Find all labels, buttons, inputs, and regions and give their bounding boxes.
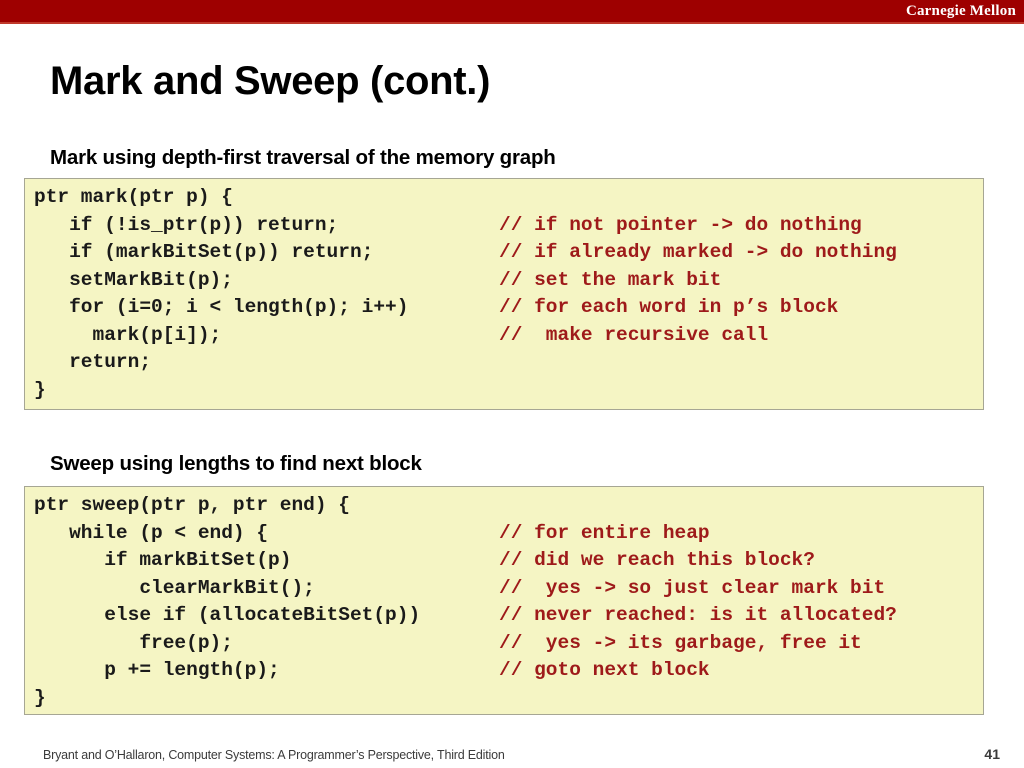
- header-divider-rule: [0, 22, 1024, 24]
- code-source-text: ptr mark(ptr p) {: [34, 186, 233, 208]
- page-title: Mark and Sweep (cont.): [50, 59, 491, 103]
- code-source-text: return;: [34, 351, 152, 373]
- code-block-mark: ptr mark(ptr p) { if (!is_ptr(p)) return…: [24, 178, 984, 410]
- code-source-text: if (!is_ptr(p)) return;: [34, 213, 339, 236]
- code-line: ptr mark(ptr p) {: [25, 184, 983, 212]
- code-line: while (p < end) { // for entire heap: [25, 520, 983, 548]
- code-line: free(p); // yes -> its garbage, free it: [25, 630, 983, 658]
- code-comment-text: // set the mark bit: [499, 268, 722, 291]
- code-line: else if (allocateBitSet(p)) // never reac…: [25, 602, 983, 630]
- code-source-text: mark(p[i]);: [34, 323, 222, 346]
- bullet-mark-heading: Mark using depth-first traversal of the …: [50, 146, 556, 169]
- code-comment-text: // goto next block: [499, 659, 710, 681]
- code-line: setMarkBit(p); // set the mark bit: [25, 267, 983, 295]
- code-line: for (i=0; i < length(p); i++) // for each…: [25, 294, 983, 322]
- footer-citation: Bryant and O’Hallaron, Computer Systems:…: [43, 748, 505, 762]
- code-source-text: }: [34, 686, 46, 709]
- code-comment-text: // if not pointer -> do nothing: [499, 213, 862, 236]
- code-line: clearMarkBit(); // yes -> so just clear m…: [25, 575, 983, 603]
- code-comment-text: // for each word in p’s block: [499, 296, 839, 318]
- code-source-text: if (markBitSet(p)) return;: [34, 241, 374, 263]
- bullet-sweep-heading: Sweep using lengths to find next block: [50, 452, 422, 475]
- code-source-text: clearMarkBit();: [34, 576, 315, 599]
- code-comment-text: // did we reach this block?: [499, 549, 815, 571]
- code-source-text: else if (allocateBitSet(p)): [34, 604, 421, 626]
- code-comment-text: // yes -> so just clear mark bit: [499, 576, 886, 599]
- footer-page-number: 41: [984, 746, 1000, 762]
- code-comment-text: // make recursive call: [499, 323, 769, 346]
- code-comment-text: // yes -> its garbage, free it: [499, 631, 862, 654]
- code-source-text: for (i=0; i < length(p); i++): [34, 296, 409, 318]
- code-line: ptr sweep(ptr p, ptr end) {: [25, 492, 983, 520]
- code-line: }: [25, 377, 983, 405]
- code-line: }: [25, 685, 983, 713]
- code-comment-text: // for entire heap: [499, 521, 710, 544]
- code-source-text: ptr sweep(ptr p, ptr end) {: [34, 494, 350, 516]
- code-source-text: }: [34, 378, 46, 401]
- header-band: [0, 0, 1024, 22]
- code-line: return;: [25, 349, 983, 377]
- code-comment-text: // if already marked -> do nothing: [499, 241, 897, 263]
- code-source-text: if markBitSet(p): [34, 549, 292, 571]
- code-source-text: free(p);: [34, 631, 233, 654]
- code-source-text: p += length(p);: [34, 659, 280, 681]
- code-line: p += length(p); // goto next block: [25, 657, 983, 685]
- brand-label: Carnegie Mellon: [905, 3, 1016, 19]
- code-line: mark(p[i]); // make recursive call: [25, 322, 983, 350]
- code-source-text: while (p < end) {: [34, 521, 269, 544]
- code-line: if (markBitSet(p)) return; // if already …: [25, 239, 983, 267]
- code-line: if (!is_ptr(p)) return; // if not pointer…: [25, 212, 983, 240]
- code-comment-text: // never reached: is it allocated?: [499, 604, 897, 626]
- code-source-text: setMarkBit(p);: [34, 268, 233, 291]
- code-line: if markBitSet(p) // did we reach this blo…: [25, 547, 983, 575]
- code-block-sweep: ptr sweep(ptr p, ptr end) { while (p < e…: [24, 486, 984, 715]
